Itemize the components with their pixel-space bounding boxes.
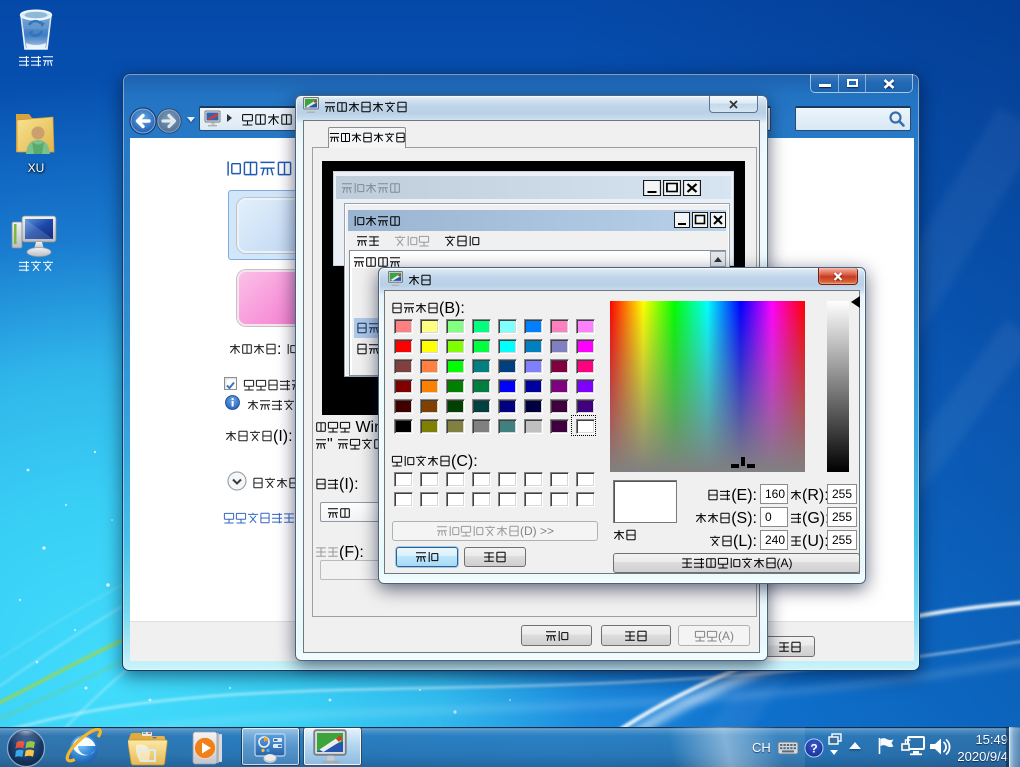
svg-text:?: ? <box>810 742 817 756</box>
